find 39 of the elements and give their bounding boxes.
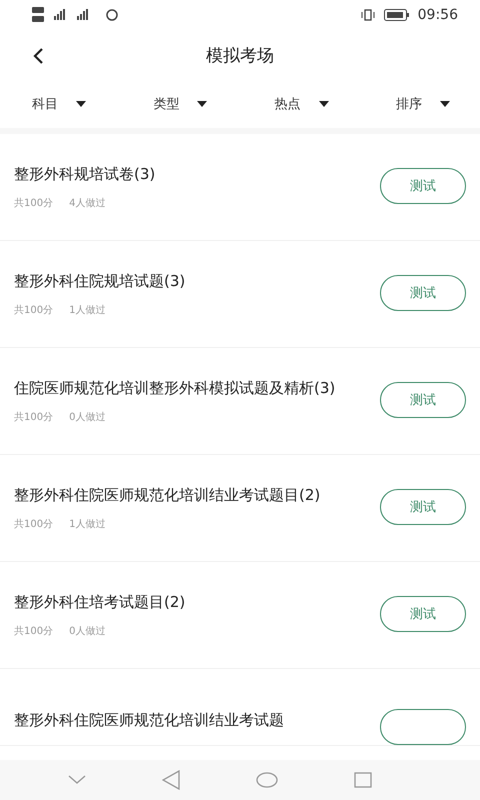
- exam-title: 整形外科住院规培试题(3): [14, 271, 186, 292]
- test-button[interactable]: 测试: [380, 489, 466, 525]
- takers-count: 0人做过: [69, 410, 106, 424]
- score-text: 共100分: [14, 410, 54, 424]
- test-button[interactable]: 测试: [380, 382, 466, 418]
- test-button[interactable]: [380, 709, 466, 745]
- test-button[interactable]: 测试: [380, 168, 466, 204]
- back-icon: [32, 47, 44, 65]
- back-triangle-icon[interactable]: [162, 770, 180, 790]
- filter-dropdown[interactable]: 排序: [396, 95, 450, 113]
- exam-title: 住院医师规范化培训整形外科模拟试题及精析(3): [14, 378, 336, 399]
- filter-dropdown[interactable]: 热点: [274, 95, 329, 113]
- takers-count: 1人做过: [69, 518, 106, 531]
- score-text: 共100分: [14, 304, 54, 317]
- filter-dropdown[interactable]: 类型: [153, 95, 208, 113]
- vibrate-icon: [360, 9, 376, 21]
- caret-icon: [318, 101, 329, 107]
- takers-count: 0人做过: [69, 624, 106, 638]
- exam-title: 整形外科住院医师规范化培训结业考试题: [14, 710, 285, 731]
- exam-title: 整形外科住培考试题目(2): [14, 592, 186, 613]
- test-button[interactable]: 测试: [380, 275, 466, 311]
- score-text: 共100分: [14, 624, 54, 638]
- score-text: 共100分: [14, 196, 54, 210]
- page-title: 模拟考场: [206, 44, 274, 66]
- chevron-down-icon[interactable]: [68, 775, 86, 785]
- takers-count: 1人做过: [69, 304, 106, 317]
- exam-title: 整形外科住院医师规范化培训结业考试题目(2): [14, 485, 322, 506]
- battery-icon: [384, 9, 410, 21]
- exam-title: 整形外科规培试卷(3): [14, 164, 156, 185]
- home-circle-icon[interactable]: [256, 772, 278, 788]
- test-button[interactable]: 测试: [380, 596, 466, 632]
- square-icon[interactable]: [354, 772, 372, 788]
- caret-icon: [197, 101, 208, 107]
- filter-dropdown[interactable]: 科目: [32, 95, 86, 113]
- caret-icon: [440, 101, 450, 107]
- takers-count: 4人做过: [69, 196, 106, 210]
- clock-time: 09:56: [418, 7, 458, 23]
- caret-icon: [76, 101, 86, 107]
- score-text: 共100分: [14, 518, 54, 531]
